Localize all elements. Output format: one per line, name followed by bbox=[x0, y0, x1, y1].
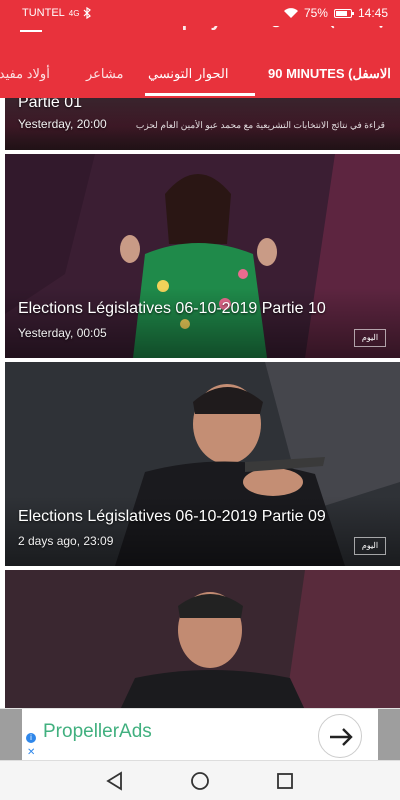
screen: Tunisia Replays TUNTEL 4G 75% 14:45 أولا… bbox=[0, 0, 400, 800]
video-title: Elections Législatives 06-10-2019 Partie… bbox=[18, 508, 326, 525]
status-time: 14:45 bbox=[357, 6, 388, 20]
ad-brand[interactable]: PropellerAds bbox=[43, 721, 152, 743]
video-card[interactable] bbox=[5, 570, 400, 708]
tab-bar: أولاد مفيدة مشاعر الحوار التونسي 90 MINU… bbox=[0, 56, 400, 98]
channel-logo: اليوم bbox=[354, 329, 386, 347]
tab-90-minutes[interactable]: 90 MINUTES (الاسفل bbox=[268, 56, 391, 98]
video-card[interactable]: Elections Législatives 06-10-2019 Partie… bbox=[5, 362, 400, 566]
video-date: Yesterday, 20:00 bbox=[18, 117, 107, 131]
info-icon[interactable]: i bbox=[26, 733, 36, 743]
tab-machaeir[interactable]: مشاعر bbox=[86, 56, 123, 98]
ad-side-left bbox=[0, 709, 22, 761]
system-nav-bar bbox=[0, 760, 400, 800]
close-icon[interactable]: ✕ bbox=[27, 747, 35, 758]
signal-label: 4G bbox=[68, 8, 80, 18]
battery-percent: 75% bbox=[303, 6, 328, 20]
video-card[interactable]: Partie 01 قراءة في نتائج الانتخابات التش… bbox=[5, 98, 400, 150]
ad-side-right bbox=[378, 709, 400, 761]
video-title: Elections Législatives 06-10-2019 Partie… bbox=[18, 300, 326, 317]
arrow-right-icon[interactable] bbox=[318, 714, 362, 758]
status-bar: TUNTEL 4G 75% 14:45 bbox=[0, 0, 400, 26]
video-date: Yesterday, 00:05 bbox=[18, 326, 107, 340]
video-date: 2 days ago, 23:09 bbox=[18, 534, 114, 548]
bluetooth-icon bbox=[84, 7, 92, 19]
home-icon[interactable] bbox=[188, 769, 212, 793]
video-list[interactable]: Partie 01 قراءة في نتائج الانتخابات التش… bbox=[0, 98, 400, 708]
recent-apps-icon[interactable] bbox=[273, 769, 297, 793]
carrier-label: TUNTEL bbox=[22, 7, 65, 19]
video-title: Partie 01 bbox=[18, 98, 83, 111]
news-ticker: قراءة في نتائج الانتخابات التشريعية مع م… bbox=[135, 120, 385, 130]
tab-indicator bbox=[145, 93, 255, 96]
thumbnail-overlay bbox=[5, 288, 400, 358]
thumbnail-overlay bbox=[5, 496, 400, 566]
video-card[interactable]: Elections Législatives 06-10-2019 Partie… bbox=[5, 154, 400, 358]
ad-banner[interactable]: i ✕ PropellerAds bbox=[0, 708, 400, 761]
thumbnail-image bbox=[5, 570, 400, 708]
tab-awlad-moufida[interactable]: أولاد مفيدة bbox=[0, 56, 50, 98]
battery-icon bbox=[333, 8, 354, 18]
tab-hiwar-tounsi[interactable]: الحوار التونسي bbox=[148, 56, 228, 98]
wifi-icon bbox=[283, 7, 298, 18]
back-icon[interactable] bbox=[103, 769, 127, 793]
channel-logo: اليوم bbox=[354, 537, 386, 555]
